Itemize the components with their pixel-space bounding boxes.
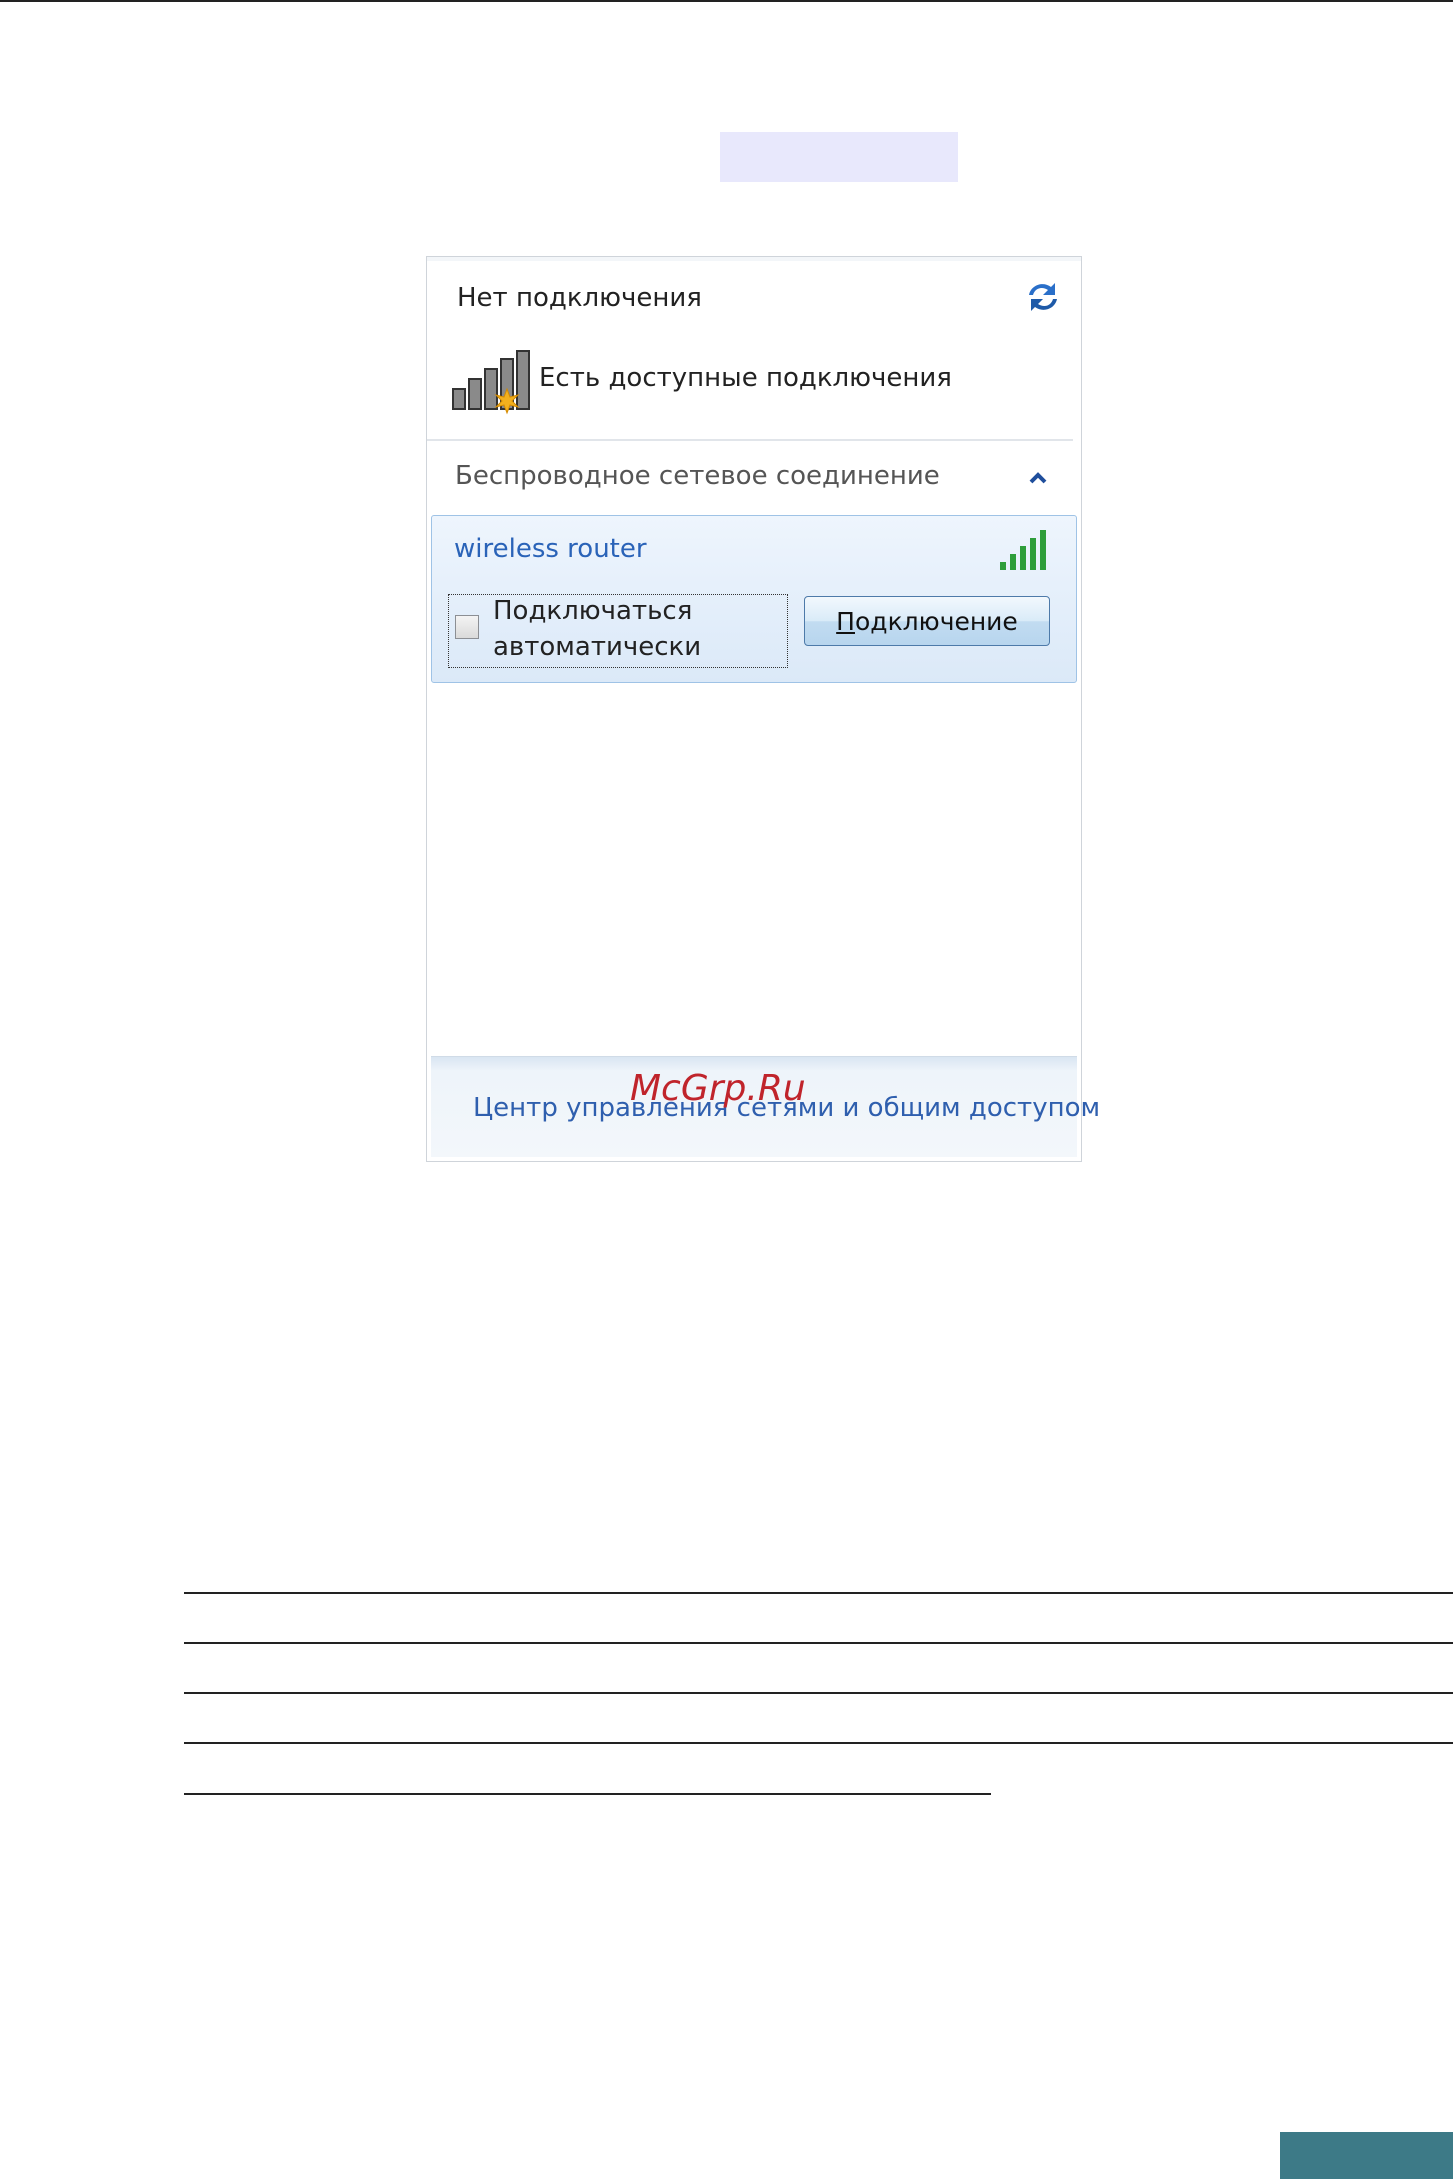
auto-connect-label-line1: Подключаться — [493, 596, 693, 626]
watermark: McGrp.Ru — [630, 1068, 806, 1109]
auto-connect-checkbox[interactable] — [455, 615, 479, 639]
separator — [427, 439, 1073, 441]
auto-connect-label-line2: автоматически — [493, 632, 702, 662]
signal-bars-icon — [1000, 530, 1046, 570]
auto-connect-label: Подключаться автоматически — [493, 593, 783, 665]
doc-line-2 — [184, 1642, 1453, 1644]
connect-button[interactable]: Подключение — [804, 596, 1050, 646]
available-connections-text: Есть доступные подключения — [539, 363, 952, 393]
panel-top-shade — [427, 257, 1081, 261]
network-flyout: Нет подключения Есть доступные подключен… — [426, 256, 1100, 1162]
network-list-item[interactable]: wireless router Подключаться автоматичес… — [431, 515, 1077, 683]
doc-line-5 — [184, 1793, 991, 1795]
connection-status-title: Нет подключения — [457, 283, 702, 313]
chevron-up-icon[interactable] — [1023, 463, 1053, 493]
doc-line-1 — [184, 1592, 1453, 1594]
page-corner-tab — [1280, 2132, 1453, 2179]
doc-line-4 — [184, 1742, 1453, 1744]
signal-available-icon — [452, 350, 530, 415]
highlight-box — [720, 132, 958, 182]
connect-button-mnemonic: П — [836, 606, 855, 636]
connect-button-label: одключение — [854, 606, 1018, 636]
top-rule — [0, 0, 1453, 2]
wireless-section-title: Беспроводное сетевое соединение — [455, 461, 940, 491]
doc-line-3 — [184, 1692, 1453, 1694]
auto-connect-option[interactable]: Подключаться автоматически — [448, 594, 788, 668]
network-ssid: wireless router — [454, 534, 647, 564]
refresh-icon[interactable] — [1021, 275, 1065, 319]
